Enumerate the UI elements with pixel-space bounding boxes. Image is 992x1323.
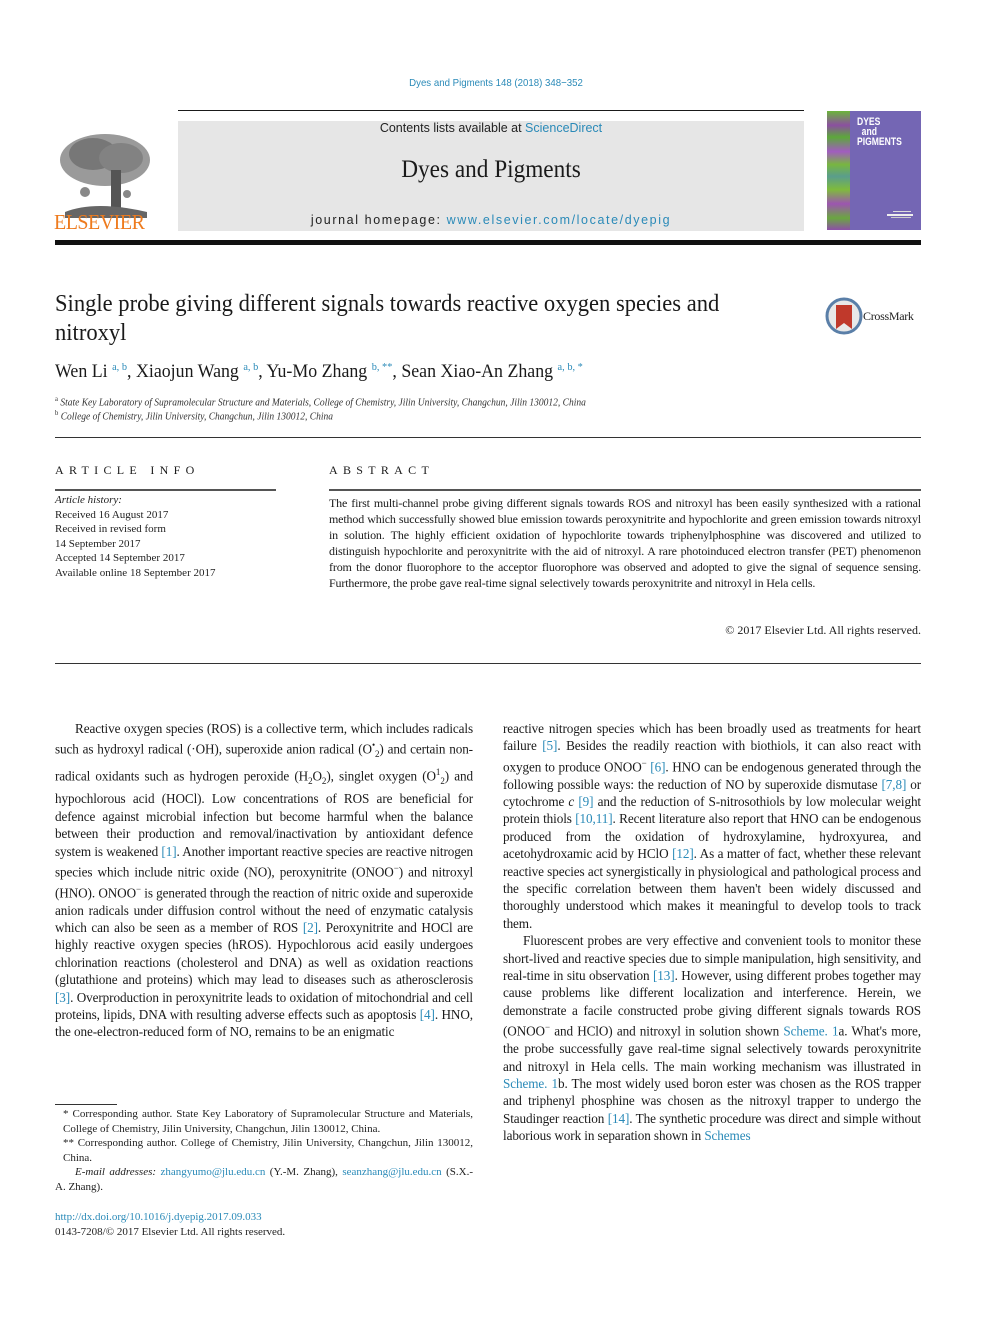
author-affiliation-marks[interactable]: b, ** bbox=[372, 361, 393, 373]
affiliation-b: b College of Chemistry, Jilin University… bbox=[55, 409, 333, 422]
citation-link[interactable]: [7,8] bbox=[881, 777, 906, 792]
citation-link[interactable]: [13] bbox=[653, 968, 675, 983]
author-name[interactable]: Yu-Mo Zhang bbox=[267, 361, 368, 382]
affiliation-mark: a bbox=[55, 395, 58, 403]
journal-homepage-link[interactable]: www.elsevier.com/locate/dyepig bbox=[447, 213, 671, 227]
author-affiliation-marks[interactable]: a, b, * bbox=[558, 361, 583, 373]
citation-link[interactable]: [6] bbox=[650, 759, 665, 774]
header-thick-rule bbox=[55, 240, 921, 245]
author-list: Wen Li a, b, Xiaojun Wang a, b, Yu-Mo Zh… bbox=[55, 361, 583, 382]
scheme-link[interactable]: Scheme. 1 bbox=[783, 1024, 838, 1039]
body-paragraph: reactive nitrogen species which has been… bbox=[503, 721, 922, 931]
contents-prefix: Contents lists available at bbox=[379, 121, 526, 135]
header-rule bbox=[178, 110, 804, 111]
email-label: E-mail addresses: bbox=[75, 1166, 157, 1178]
affiliation-text: College of Chemistry, Jilin University, … bbox=[60, 411, 334, 423]
body-paragraph: Reactive oxygen species (ROS) is a colle… bbox=[55, 721, 474, 1040]
author-affiliation-marks[interactable]: a, b bbox=[112, 361, 127, 373]
footnotes: * Corresponding author. State Key Labora… bbox=[55, 1107, 473, 1194]
body-text: . Overproduction in peroxyni­trite leads… bbox=[55, 989, 473, 1022]
abstract-bottom-rule bbox=[55, 663, 921, 664]
journal-cover-image[interactable]: DYES and PIGMENTS bbox=[827, 111, 921, 230]
sciencedirect-link[interactable]: ScienceDirect bbox=[525, 121, 602, 135]
article-history: Article history: Received 16 August 2017… bbox=[55, 493, 215, 581]
cover-title: DYES and PIGMENTS bbox=[857, 117, 902, 148]
cover-title-line: PIGMENTS bbox=[857, 136, 902, 148]
history-item: Received 16 August 2017 bbox=[55, 508, 169, 521]
citation-link[interactable]: [5] bbox=[542, 738, 557, 753]
abstract-copyright: © 2017 Elsevier Ltd. All rights reserved… bbox=[725, 623, 921, 637]
scheme-link[interactable]: Schemes bbox=[704, 1128, 750, 1143]
citation-link[interactable]: [2] bbox=[303, 920, 318, 935]
author-name[interactable]: Xiaojun Wang bbox=[136, 361, 239, 382]
body-text: ), singlet oxygen (O bbox=[326, 768, 436, 784]
author-name[interactable]: Sean Xiao-An Zhang bbox=[401, 361, 553, 382]
citation-link[interactable]: [14] bbox=[608, 1111, 630, 1126]
body-column-right: reactive nitrogen species which has been… bbox=[503, 720, 921, 1145]
scheme-link[interactable]: Scheme. 1 bbox=[503, 1076, 558, 1091]
contents-line: Contents lists available at ScienceDirec… bbox=[178, 121, 804, 135]
journal-citation-link[interactable]: Dyes and Pigments 148 (2018) 348−352 bbox=[40, 77, 953, 89]
body-text: c bbox=[568, 794, 575, 810]
cover-pattern-strip bbox=[827, 111, 850, 230]
article-info-heading: ARTICLE INFO bbox=[55, 463, 200, 477]
article-history-label: Article history: bbox=[55, 494, 122, 506]
crossmark-label[interactable]: CrossMark bbox=[863, 309, 914, 324]
history-item: Available online 18 September 2017 bbox=[55, 566, 216, 579]
body-paragraph: Fluorescent probes are very effective an… bbox=[503, 933, 922, 1144]
citation-link[interactable]: [10,11] bbox=[575, 811, 612, 826]
title-block-rule bbox=[55, 437, 921, 438]
article-info-rule bbox=[55, 489, 276, 491]
author-name[interactable]: Wen Li bbox=[55, 361, 108, 382]
elsevier-logo-text: ELSEVIER bbox=[54, 210, 145, 234]
article-title: Single probe giving different signals to… bbox=[55, 291, 720, 346]
email-link[interactable]: zhangyumo@jlu.edu.cn bbox=[161, 1166, 266, 1178]
email-link[interactable]: seanzhang@jlu.edu.cn bbox=[342, 1166, 441, 1178]
journal-title: Dyes and Pigments bbox=[401, 156, 581, 183]
homepage-label: journal homepage: bbox=[310, 213, 447, 227]
footnote-rule bbox=[55, 1104, 117, 1105]
history-item: 14 September 2017 bbox=[55, 537, 141, 550]
citation-link[interactable]: [12] bbox=[672, 846, 694, 861]
affiliation-mark: b bbox=[55, 409, 59, 417]
footnote-emails: E-mail addresses: zhangyumo@jlu.edu.cn (… bbox=[55, 1165, 473, 1194]
crossmark-icon bbox=[825, 297, 863, 335]
affiliation-text: State Key Laboratory of Supramolecular S… bbox=[60, 397, 586, 409]
citation-link[interactable]: [3] bbox=[55, 990, 70, 1005]
history-item: Received in revised form bbox=[55, 523, 166, 536]
abstract-heading: ABSTRACT bbox=[329, 463, 435, 477]
footnote-corresponding-1: * Corresponding author. State Key Labora… bbox=[63, 1108, 473, 1135]
author-affiliation-marks[interactable]: a, b bbox=[243, 361, 258, 373]
journal-homepage-line: journal homepage: www.elsevier.com/locat… bbox=[178, 213, 804, 227]
affiliation-a: a State Key Laboratory of Supramolecular… bbox=[55, 395, 586, 408]
body-column-left: Reactive oxygen species (ROS) is a colle… bbox=[55, 720, 473, 1041]
email-owner: (Y.-M. Zhang), bbox=[265, 1166, 343, 1178]
issn-copyright: 0143-7208/© 2017 Elsevier Ltd. All right… bbox=[55, 1226, 286, 1238]
abstract-rule bbox=[329, 489, 921, 491]
doi-link[interactable]: http://dx.doi.org/10.1016/j.dyepig.2017.… bbox=[55, 1211, 262, 1223]
abstract-text: The first multi-channel probe giving dif… bbox=[329, 496, 921, 590]
cover-publisher-mark-icon bbox=[887, 211, 913, 218]
citation-link[interactable]: [1] bbox=[161, 844, 176, 859]
citation-link[interactable]: [9] bbox=[578, 794, 593, 809]
footnote-corresponding-2: ** Corresponding author. College of Chem… bbox=[63, 1137, 473, 1164]
history-item: Accepted 14 September 2017 bbox=[55, 552, 185, 565]
body-text: and HClO) and nitroxyl in solution shown bbox=[549, 1023, 784, 1039]
citation-link[interactable]: [4] bbox=[420, 1007, 435, 1022]
